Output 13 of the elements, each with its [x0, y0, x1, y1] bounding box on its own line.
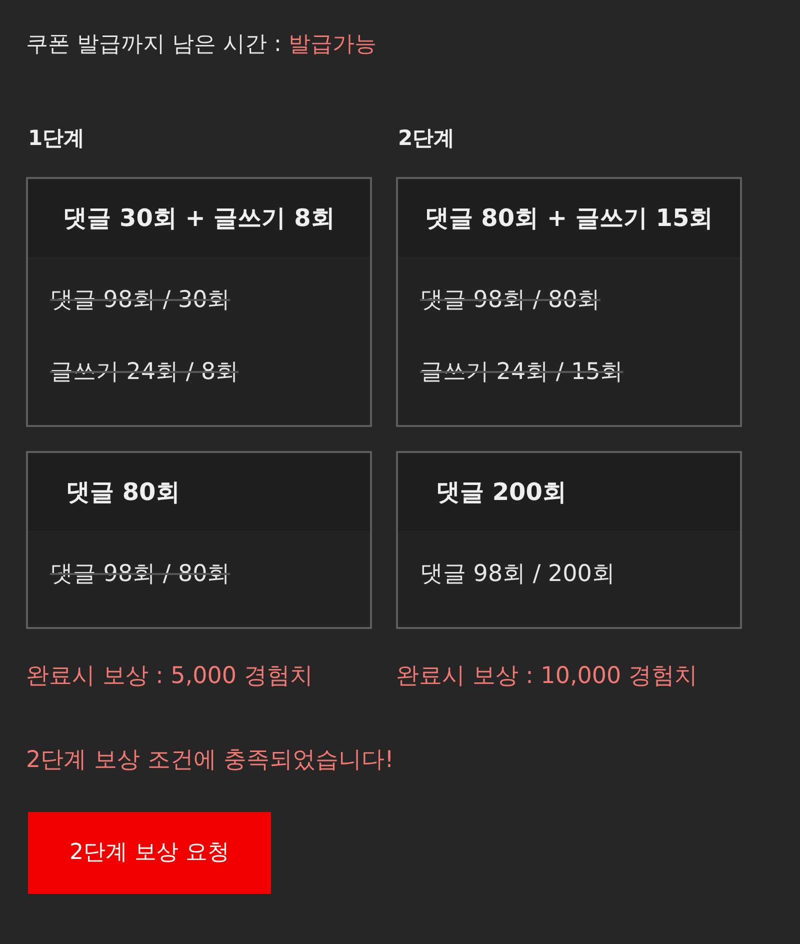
progress-text: 댓글 98회 / 200회 — [420, 560, 615, 588]
mission-heading: 댓글 30회 + 글쓰기 8회 — [63, 202, 335, 234]
reward-text: 완료시 보상 : 10,000 경험치 — [396, 662, 698, 690]
coupon-label: 쿠폰 발급까지 남은 시간 : — [26, 31, 282, 59]
mission-heading: 댓글 80회 — [66, 476, 180, 508]
status-message: 2단계 보상 조건에 충족되었습니다! — [26, 746, 394, 775]
reward-text: 완료시 보상 : 5,000 경험치 — [26, 662, 313, 690]
stage-title: 2단계 — [398, 125, 455, 152]
reward-request-button[interactable]: 2단계 보상 요청 — [28, 812, 271, 894]
mission-heading: 댓글 200회 — [436, 476, 566, 508]
mission-heading: 댓글 80회 + 글쓰기 15회 — [424, 202, 714, 234]
coupon-status: 발급가능 — [288, 31, 376, 59]
stage-title: 1단계 — [28, 125, 85, 152]
